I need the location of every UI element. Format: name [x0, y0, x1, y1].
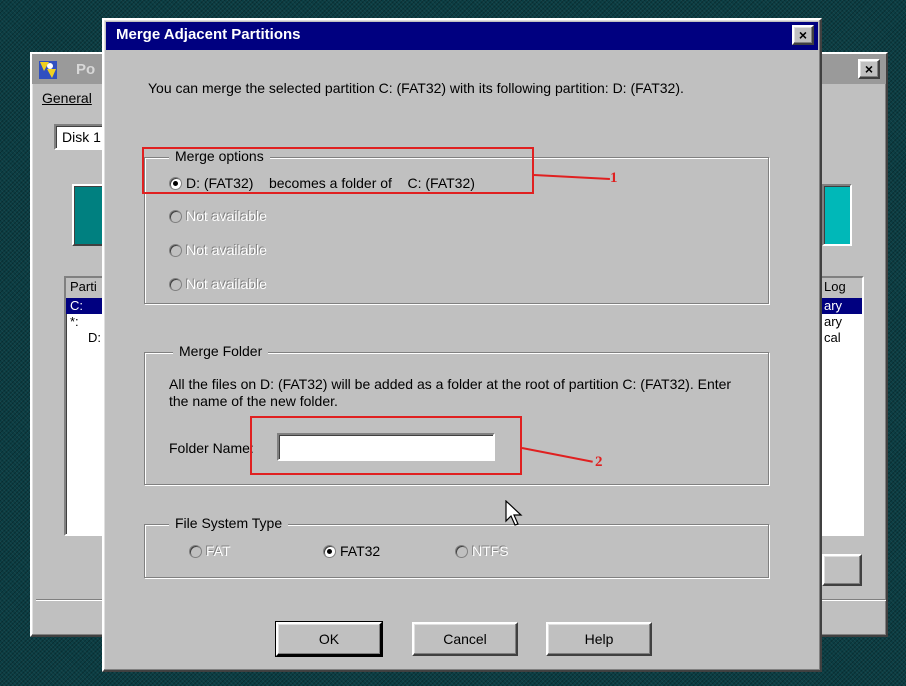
merge-option-3: Not available — [169, 241, 267, 259]
folder-name-label: Folder Name: — [169, 440, 254, 456]
background-window-title: Po — [76, 61, 96, 78]
radio-disabled-icon — [169, 210, 182, 223]
merge-option-2: Not available — [169, 207, 267, 225]
close-icon: × — [864, 61, 874, 77]
partition-map-block-right — [822, 184, 852, 246]
type-cell: ary — [820, 298, 862, 314]
fs-option-label: FAT — [206, 543, 231, 559]
close-button[interactable]: × — [792, 25, 814, 45]
dialog-title-bar[interactable]: Merge Adjacent Partitions × — [106, 22, 818, 50]
fs-option-label: NTFS — [472, 543, 509, 559]
callout-box-2 — [250, 416, 522, 475]
background-close-button[interactable]: × — [858, 59, 880, 79]
background-button[interactable] — [822, 554, 862, 586]
callout-label-1: 1 — [610, 170, 618, 186]
radio-disabled-icon — [189, 545, 202, 558]
merge-option-label: Not available — [186, 242, 267, 258]
merge-option-label: Not available — [186, 276, 267, 292]
radio-disabled-icon — [169, 278, 182, 291]
file-system-type-group: File System Type FAT FAT32 NTFS — [144, 515, 769, 578]
dialog-title: Merge Adjacent Partitions — [116, 26, 301, 43]
help-button[interactable]: Help — [546, 622, 652, 656]
merge-folder-description: All the files on D: (FAT32) will be adde… — [169, 376, 732, 409]
radio-disabled-icon — [169, 244, 182, 257]
menu-general[interactable]: General — [42, 90, 92, 106]
fs-option-fat: FAT — [189, 542, 231, 560]
cancel-button[interactable]: Cancel — [412, 622, 518, 656]
ok-button[interactable]: OK — [276, 622, 382, 656]
merge-folder-legend: Merge Folder — [173, 343, 269, 359]
intro-text: You can merge the selected partition C: … — [148, 80, 684, 96]
partition-type-column[interactable]: Log ary ary cal — [818, 276, 864, 536]
fs-option-fat32[interactable]: FAT32 — [323, 542, 380, 560]
close-icon: × — [798, 27, 808, 43]
fs-option-ntfs: NTFS — [455, 542, 509, 560]
mouse-cursor-icon — [505, 500, 523, 526]
merge-option-4: Not available — [169, 275, 267, 293]
type-cell: cal — [824, 330, 841, 345]
radio-selected-icon[interactable] — [323, 545, 336, 558]
type-column-header[interactable]: Log — [820, 278, 862, 298]
fs-option-label: FAT32 — [340, 543, 381, 559]
app-icon — [39, 61, 57, 79]
radio-disabled-icon — [455, 545, 468, 558]
merge-dialog: Merge Adjacent Partitions × You can merg… — [102, 18, 822, 672]
merge-option-label: Not available — [186, 208, 267, 224]
file-system-type-legend: File System Type — [169, 515, 289, 531]
type-cell: ary — [824, 314, 843, 329]
callout-box-1 — [142, 147, 534, 194]
callout-label-2: 2 — [595, 454, 603, 470]
disk-selector-label: Disk 1 — [62, 129, 101, 145]
